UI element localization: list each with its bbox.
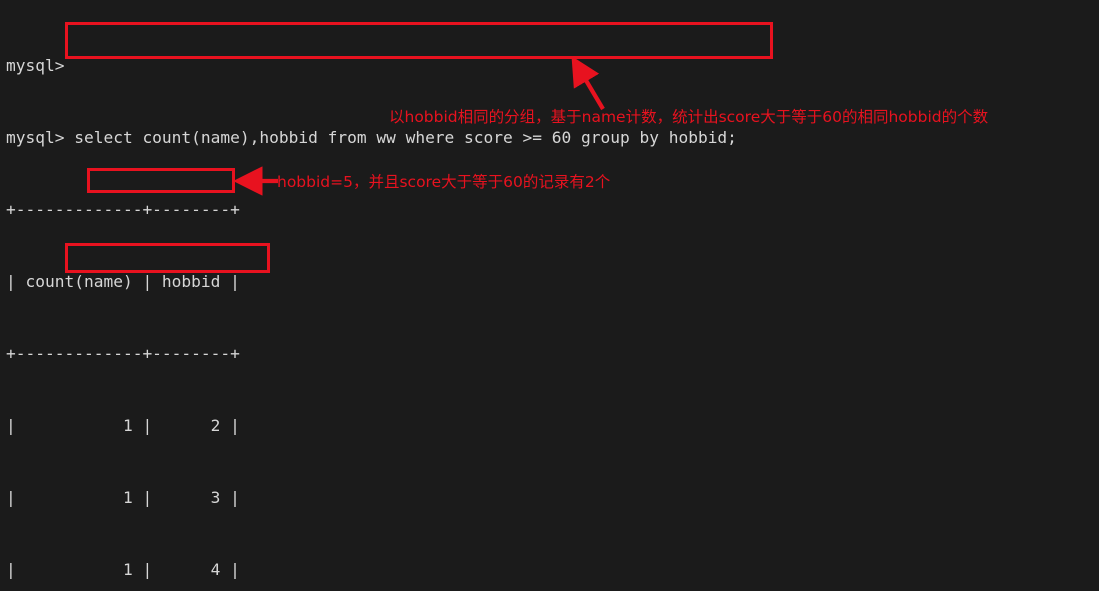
table-row: | 1 | 2 | — [6, 416, 240, 435]
table-row: | 1 | 4 | — [6, 560, 240, 579]
table-header-row: | count(name) | hobbid | — [6, 272, 240, 291]
terminal-output[interactable]: mysql> mysql> select count(name),hobbid … — [0, 0, 1099, 591]
terminal-line: +-------------+--------+ — [6, 344, 240, 363]
annotation-query-note: 以hobbid相同的分组，基于name计数，统计出score大于等于60的相同h… — [389, 108, 989, 126]
terminal-line-query-1: mysql> select count(name),hobbid from ww… — [6, 128, 737, 147]
table-row: | 1 | 3 | — [6, 488, 240, 507]
terminal-screenshot: mysql> mysql> select count(name),hobbid … — [0, 0, 1099, 591]
terminal-line: +-------------+--------+ — [6, 200, 240, 219]
terminal-line: mysql> — [6, 56, 65, 75]
annotation-row-note: hobbid=5，并且score大于等于60的记录有2个 — [277, 173, 611, 191]
